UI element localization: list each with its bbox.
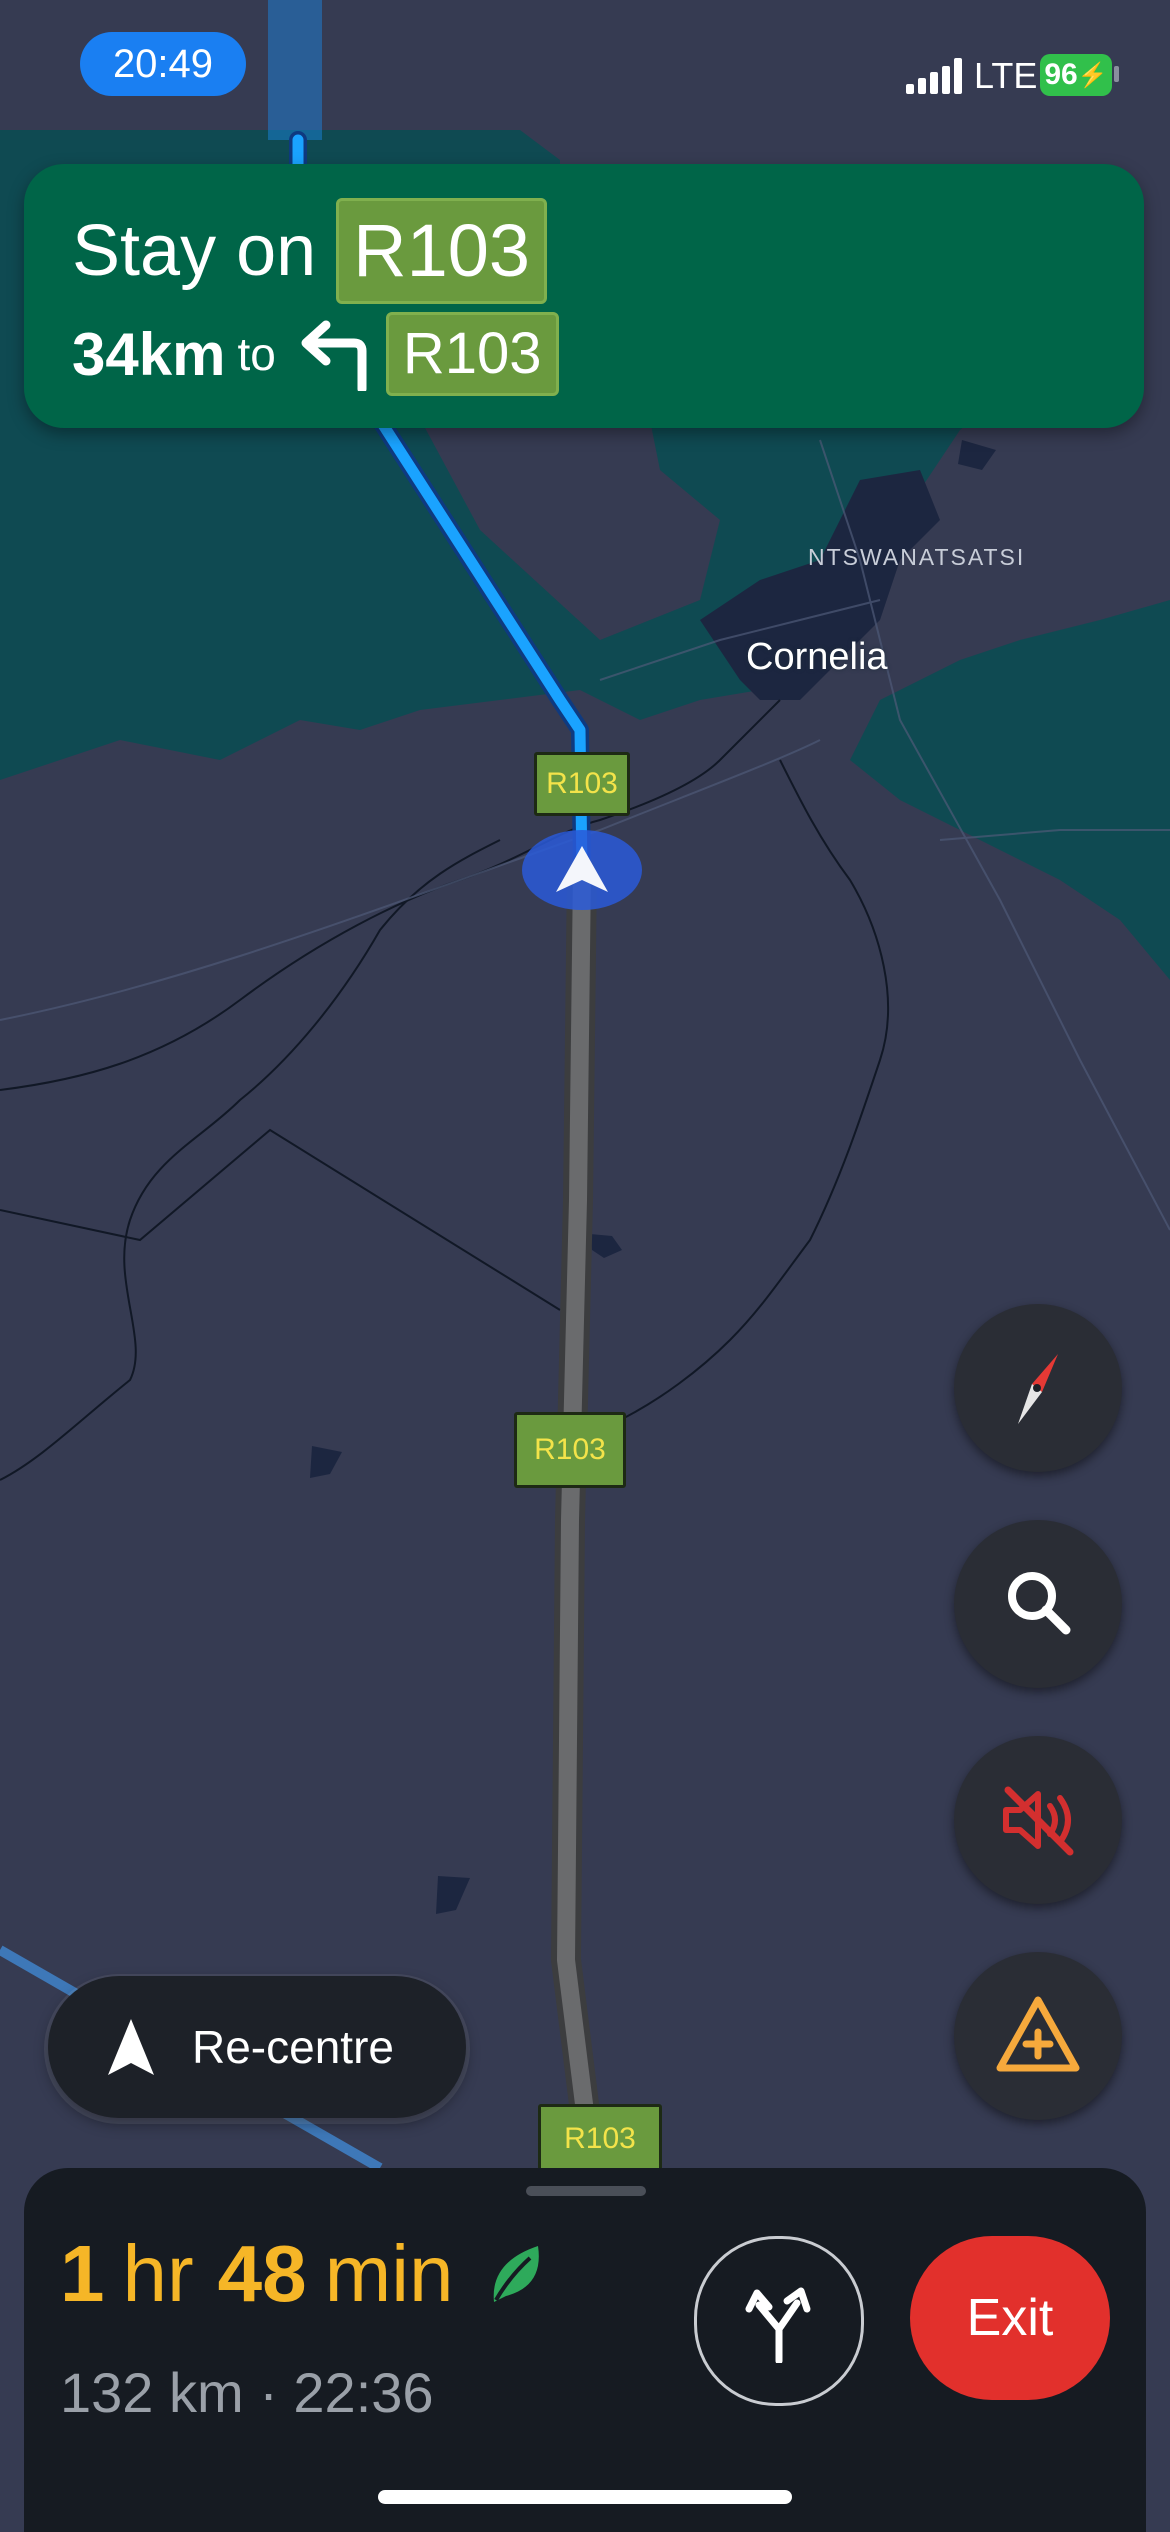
- duration-hours-unit: hr: [122, 2229, 194, 2318]
- home-indicator[interactable]: [378, 2490, 792, 2504]
- lake: [958, 440, 996, 470]
- route-fork-icon: [745, 2287, 811, 2363]
- water-area-east: [850, 600, 1170, 980]
- map-place-label: NTSWANATSATSI: [808, 544, 1026, 570]
- navigation-arrow-icon: [108, 2019, 154, 2075]
- sound-off-icon: [1003, 1786, 1074, 1856]
- trip-distance-arrival: 132 km · 22:36: [60, 2361, 434, 2424]
- lake: [310, 1446, 342, 1478]
- recentre-label: Re-centre: [192, 2021, 394, 2073]
- report-incident-button[interactable]: [954, 1952, 1122, 2120]
- duration-minutes-unit: min: [324, 2229, 454, 2318]
- duration-hours: 1: [60, 2229, 105, 2318]
- lake: [436, 1876, 470, 1914]
- navigation-banner[interactable]: Stay on R103 34km to R103: [24, 164, 1144, 428]
- battery-icon: 96 ⚡: [1040, 54, 1112, 96]
- network-type: LTE: [974, 55, 1038, 96]
- map-road-shield: R103: [534, 752, 630, 816]
- map-place-label: Cornelia: [746, 636, 888, 678]
- battery-level: 96: [1044, 58, 1078, 91]
- instruction-prefix: Stay on: [72, 211, 317, 291]
- turn-left-icon: [301, 320, 367, 391]
- report-incident-icon: [996, 1996, 1080, 2072]
- map-road-shield: R103: [538, 2104, 662, 2174]
- road-shield-next: R103: [385, 312, 559, 396]
- next-step-to: to: [237, 328, 276, 380]
- nav-instruction: Stay on R103: [72, 198, 548, 304]
- duration-minutes: 48: [217, 2229, 307, 2318]
- search-icon: [1008, 1572, 1071, 1635]
- road-shield-current: R103: [336, 198, 548, 304]
- eco-leaf-icon: [493, 2246, 539, 2302]
- drag-handle[interactable]: [526, 2186, 646, 2196]
- map-road-shield: R103: [514, 1412, 626, 1488]
- status-time: 20:49: [80, 32, 246, 96]
- compass-icon: [1018, 1354, 1058, 1424]
- charging-bolt-icon: ⚡: [1077, 61, 1108, 89]
- recentre-button[interactable]: Re-centre: [48, 1976, 466, 2118]
- compass-button[interactable]: [954, 1304, 1122, 1472]
- alternate-routes-button[interactable]: [694, 2236, 864, 2406]
- exit-button[interactable]: Exit: [910, 2236, 1110, 2400]
- nav-next-step: 34km to R103: [72, 312, 559, 396]
- next-step-distance: 34km: [72, 320, 226, 388]
- signal-icon: [906, 58, 962, 94]
- search-button[interactable]: [954, 1520, 1122, 1688]
- mute-button[interactable]: [954, 1736, 1122, 1904]
- trip-summary-sheet[interactable]: 1 hr 48 min 132 km · 22:36 Exit: [24, 2168, 1146, 2532]
- lake: [590, 1234, 622, 1258]
- battery-tip: [1114, 66, 1119, 82]
- trip-duration: 1 hr 48 min: [60, 2228, 546, 2320]
- status-bar: 20:49 LTE 96 ⚡: [0, 0, 1170, 140]
